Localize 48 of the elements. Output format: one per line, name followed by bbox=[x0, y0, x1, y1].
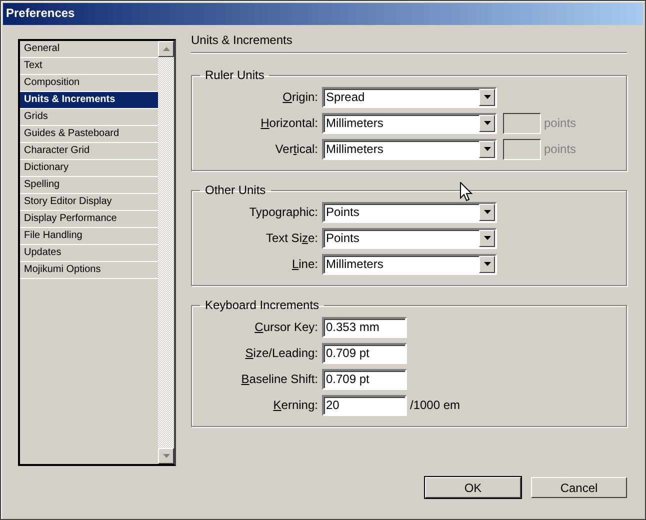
dropdown-button[interactable] bbox=[479, 256, 495, 272]
list-item[interactable]: Units & Increments bbox=[20, 92, 158, 109]
caret-icon bbox=[484, 121, 490, 125]
dropdown-button[interactable] bbox=[479, 88, 495, 106]
unit-label: points bbox=[544, 115, 576, 132]
down-arrow-icon bbox=[162, 454, 170, 458]
dialog-button[interactable]: Cancel bbox=[531, 477, 627, 498]
dropdown[interactable]: Points bbox=[322, 202, 497, 222]
input-field[interactable]: 0.353 mm bbox=[322, 316, 407, 338]
field-label: Line: bbox=[292, 256, 318, 273]
field-label: Size/Leading: bbox=[245, 345, 318, 362]
caret-icon bbox=[484, 210, 490, 214]
dropdown[interactable]: Millimeters bbox=[322, 112, 497, 134]
field-label: Vertical: bbox=[275, 141, 318, 158]
caret-icon bbox=[484, 236, 490, 240]
group-title: Ruler Units bbox=[204, 68, 266, 82]
field-label: Text Size: bbox=[266, 230, 318, 247]
group-title: Keyboard Increments bbox=[204, 298, 320, 312]
field-label: Horizontal: bbox=[260, 115, 318, 132]
input-field[interactable]: 0.709 pt bbox=[322, 368, 407, 390]
dropdown[interactable]: Millimeters bbox=[322, 254, 497, 274]
dropdown-button[interactable] bbox=[479, 114, 495, 132]
scroll-down-button[interactable] bbox=[158, 448, 174, 464]
section-title: Units & Increments bbox=[191, 32, 292, 49]
dropdown-button[interactable] bbox=[479, 140, 495, 158]
field-label: Origin: bbox=[282, 89, 318, 106]
dialog-button[interactable]: OK bbox=[425, 477, 521, 498]
dropdown[interactable]: Spread bbox=[322, 86, 497, 108]
field-label: Kerning: bbox=[273, 397, 318, 414]
caret-icon bbox=[484, 262, 490, 266]
window-title: Preferences bbox=[6, 6, 75, 21]
unit-label: /1000 em bbox=[410, 397, 460, 414]
dropdown-button[interactable] bbox=[479, 230, 495, 246]
dropdown[interactable]: Millimeters bbox=[322, 138, 497, 160]
group-title: Other Units bbox=[204, 183, 267, 197]
unit-label: points bbox=[544, 141, 576, 158]
field-label: Typographic: bbox=[249, 204, 318, 221]
input-field[interactable]: 20 bbox=[322, 394, 407, 416]
input-field[interactable]: 0.709 pt bbox=[322, 342, 407, 364]
caret-icon bbox=[484, 95, 490, 99]
field-label: Baseline Shift: bbox=[241, 371, 318, 388]
dropdown-button[interactable] bbox=[479, 204, 495, 220]
caret-icon bbox=[484, 147, 490, 151]
mouse-pointer-icon bbox=[460, 182, 473, 202]
scroll-up-button[interactable] bbox=[158, 41, 174, 57]
up-arrow-icon bbox=[162, 47, 170, 51]
field-label: Cursor Key: bbox=[254, 319, 318, 336]
dropdown[interactable]: Points bbox=[322, 228, 497, 248]
